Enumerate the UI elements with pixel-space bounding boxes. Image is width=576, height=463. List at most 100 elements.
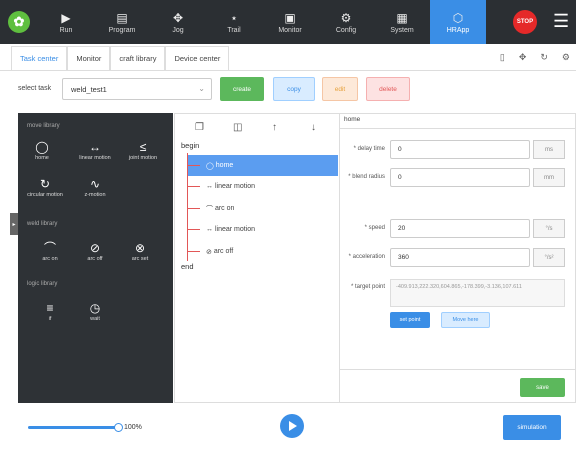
arc-off-icon: ⊘ [206, 248, 214, 256]
blend-radius-input[interactable]: 0 [390, 168, 530, 187]
lib-if[interactable]: ≡ if [28, 301, 72, 322]
nav-jog[interactable]: ✥ Jog [150, 0, 206, 44]
save-button[interactable]: save [520, 378, 565, 397]
play-button[interactable] [280, 414, 304, 438]
tab-toolbar: ▯ ✥ ↻ ⚙ [500, 52, 570, 63]
edit-button[interactable]: edit [322, 77, 358, 101]
task-select-value: weld_test1 [71, 84, 107, 94]
delay-time-unit: ms [533, 140, 565, 159]
select-task-label: select task [18, 85, 52, 92]
arc-set-icon: ⊗ [134, 241, 146, 255]
lib-circular-motion[interactable]: ↻ circular motion [23, 177, 67, 198]
clock-icon: ◷ [89, 301, 101, 315]
settings-icon[interactable]: ⚙ [562, 52, 570, 63]
copy-node-icon[interactable]: ❐ [195, 122, 204, 133]
lib-z-motion[interactable]: ∿ z-motion [73, 177, 117, 198]
play-screen-icon: ▶ [61, 10, 71, 25]
acceleration-unit: °/s² [533, 248, 565, 267]
weld-library-title: weld library [27, 221, 58, 227]
simulation-button[interactable]: simulation [503, 415, 561, 440]
move-here-button[interactable]: Move here [441, 312, 490, 328]
lib-linear-motion[interactable]: ↔ linear motion [73, 140, 117, 161]
lib-arc-off[interactable]: ⊘ arc off [73, 241, 117, 262]
node-arc-off[interactable]: ⊘ arc off [188, 241, 338, 262]
program-end: end [181, 262, 194, 271]
node-home[interactable]: ◯ home [188, 155, 338, 176]
lib-arc-on[interactable]: ⌒ arc on [28, 241, 72, 262]
gear-icon: ⚙ [340, 10, 352, 25]
speed-unit: °/s [533, 219, 565, 238]
speed-slider-track[interactable] [28, 426, 116, 429]
arc-on-icon: ⌒ [206, 205, 215, 213]
nav-trail[interactable]: ⋆ Trail [206, 0, 262, 44]
tab-craft-library[interactable]: craft library [110, 46, 166, 70]
move-library-title: move library [27, 123, 60, 129]
target-point-label: * target point [350, 284, 385, 290]
program-begin: begin [181, 141, 200, 150]
program-icon: ▤ [116, 10, 128, 25]
arrow-up-icon[interactable]: ↑ [272, 122, 277, 133]
app-logo: ✿ [0, 0, 38, 44]
acceleration-input[interactable]: 360 [390, 248, 530, 267]
nav-program[interactable]: ▤ Program [94, 0, 150, 44]
play-icon [289, 421, 297, 431]
nav-monitor[interactable]: ▣ Monitor [262, 0, 318, 44]
node-linear-motion[interactable]: ↔ linear motion [188, 176, 338, 197]
trail-icon: ⋆ [230, 10, 238, 25]
arc-on-icon: ⌒ [43, 241, 56, 255]
speed-label: * speed [364, 225, 385, 231]
arc-off-icon: ⊘ [89, 241, 101, 255]
nav-system[interactable]: ▦ System [374, 0, 430, 44]
create-button[interactable]: create [220, 77, 264, 101]
collapse-handle[interactable]: ▸ [10, 213, 18, 235]
chevron-down-icon: ⌄ [198, 84, 205, 93]
refresh-icon[interactable]: ↻ [540, 52, 548, 63]
cube-icon: ⬡ [452, 10, 464, 25]
home-icon: ◯ [206, 162, 216, 170]
logic-library-title: logic library [27, 281, 58, 287]
delay-time-label: * delay time [353, 146, 385, 152]
lib-joint-motion[interactable]: ≤ joint motion [121, 140, 165, 161]
speed-slider-handle[interactable] [114, 423, 123, 432]
z-motion-icon: ∿ [89, 177, 101, 191]
properties-header: home [340, 113, 576, 129]
tab-task-center[interactable]: Task center [11, 46, 68, 70]
circular-motion-icon: ↻ [39, 177, 51, 191]
arrow-down-icon[interactable]: ↓ [311, 122, 316, 133]
tab-monitor[interactable]: Monitor [67, 46, 111, 70]
lib-home[interactable]: ◯ home [20, 140, 64, 161]
task-select[interactable]: weld_test1 ⌄ [62, 78, 212, 100]
linear-motion-icon: ↔ [206, 226, 215, 233]
node-linear-motion-2[interactable]: ↔ linear motion [188, 219, 338, 240]
tab-bar: Task center Monitor craft library Device… [0, 44, 576, 71]
nav-hrapp[interactable]: ⬡ HRApp [430, 0, 486, 44]
move-icon[interactable]: ✥ [519, 52, 527, 63]
jog-icon: ✥ [172, 10, 184, 25]
speed-input[interactable]: 20 [390, 219, 530, 238]
copy-button[interactable]: copy [273, 77, 315, 101]
delete-button[interactable]: delete [366, 77, 410, 101]
hamburger-menu-icon[interactable]: ☰ [553, 11, 569, 31]
logo-icon: ✿ [8, 11, 30, 33]
stop-button[interactable]: STOP [513, 10, 537, 34]
linear-motion-icon: ↔ [206, 183, 215, 190]
joint-motion-icon: ≤ [139, 140, 147, 154]
nav-config[interactable]: ⚙ Config [318, 0, 374, 44]
trash-icon[interactable]: ◫ [233, 122, 242, 133]
library-panel: move library ◯ home ↔ linear motion ≤ joint… [18, 113, 173, 403]
system-icon: ▦ [396, 10, 408, 25]
blend-radius-unit: mm [533, 168, 565, 187]
tab-device-center[interactable]: Device center [165, 46, 230, 70]
nav-run[interactable]: ▶ Run [38, 0, 94, 44]
linear-motion-icon: ↔ [89, 140, 101, 154]
monitor-icon: ▣ [284, 10, 296, 25]
if-icon: ≡ [46, 301, 54, 315]
speed-percent: 100% [124, 424, 142, 431]
set-point-button[interactable]: set point [390, 312, 430, 328]
lib-arc-set[interactable]: ⊗ arc set [118, 241, 162, 262]
node-arc-on[interactable]: ⌒ arc on [188, 198, 338, 219]
blend-radius-label: * blend radius [348, 174, 385, 180]
lib-wait[interactable]: ◷ wait [73, 301, 117, 322]
delay-time-input[interactable]: 0 [390, 140, 530, 159]
phone-icon[interactable]: ▯ [500, 52, 505, 63]
